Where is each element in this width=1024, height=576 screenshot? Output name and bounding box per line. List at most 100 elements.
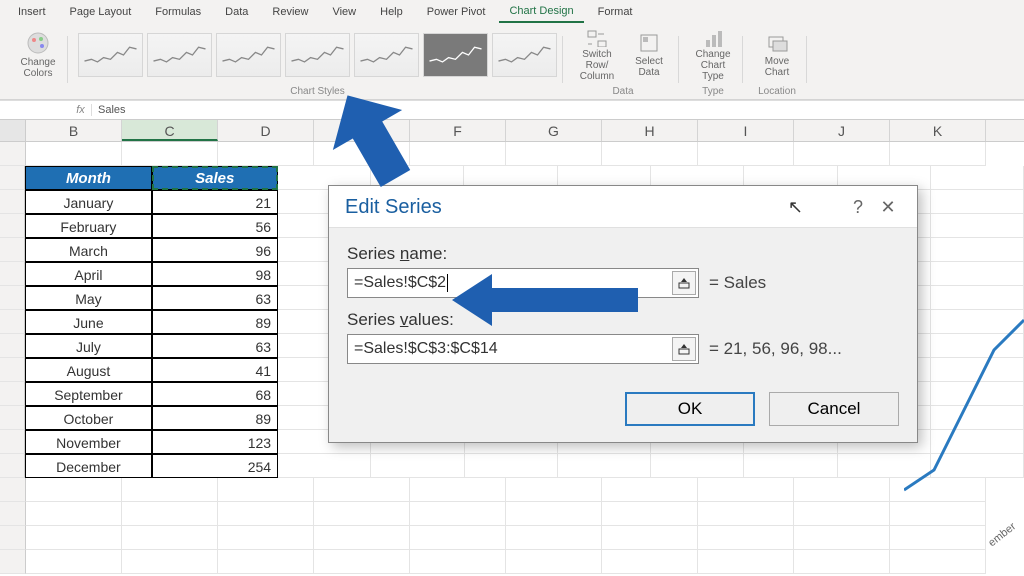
tab-review[interactable]: Review bbox=[262, 2, 318, 22]
cell[interactable] bbox=[26, 502, 122, 526]
row-header[interactable] bbox=[0, 526, 26, 550]
cell[interactable] bbox=[794, 502, 890, 526]
tab-formulas[interactable]: Formulas bbox=[145, 2, 211, 22]
cell[interactable] bbox=[506, 142, 602, 166]
table-cell[interactable]: March bbox=[25, 238, 151, 262]
cell[interactable] bbox=[122, 526, 218, 550]
column-header[interactable]: D bbox=[218, 120, 314, 141]
cell[interactable] bbox=[602, 478, 698, 502]
cell[interactable] bbox=[506, 550, 602, 574]
row-header[interactable] bbox=[0, 502, 26, 526]
row-header[interactable] bbox=[0, 310, 25, 334]
cell[interactable] bbox=[506, 502, 602, 526]
tab-help[interactable]: Help bbox=[370, 2, 413, 22]
move-chart-button[interactable]: Move Chart bbox=[753, 28, 801, 82]
chart-style-thumb[interactable] bbox=[423, 33, 488, 77]
row-header[interactable] bbox=[0, 454, 25, 478]
change-chart-type-button[interactable]: Change Chart Type bbox=[689, 28, 737, 82]
cell[interactable] bbox=[890, 142, 986, 166]
chart-style-thumb[interactable] bbox=[354, 33, 419, 77]
row-header[interactable] bbox=[0, 262, 25, 286]
table-cell[interactable]: May bbox=[25, 286, 151, 310]
tab-view[interactable]: View bbox=[322, 2, 366, 22]
cancel-button[interactable]: Cancel bbox=[769, 392, 899, 426]
table-cell[interactable]: 89 bbox=[152, 310, 278, 334]
cell[interactable] bbox=[698, 502, 794, 526]
table-cell[interactable]: November bbox=[25, 430, 151, 454]
cell[interactable] bbox=[26, 142, 122, 166]
switch-row-column-button[interactable]: Switch Row/ Column bbox=[573, 28, 621, 82]
cell[interactable] bbox=[122, 142, 218, 166]
table-cell[interactable]: September bbox=[25, 382, 151, 406]
tab-chart-design[interactable]: Chart Design bbox=[499, 1, 583, 23]
row-header[interactable] bbox=[0, 286, 25, 310]
table-cell[interactable]: 63 bbox=[152, 334, 278, 358]
cell[interactable] bbox=[410, 526, 506, 550]
table-cell[interactable]: 68 bbox=[152, 382, 278, 406]
column-header[interactable]: J bbox=[794, 120, 890, 141]
cell[interactable] bbox=[931, 214, 1024, 238]
cell[interactable] bbox=[744, 454, 837, 478]
cell[interactable] bbox=[465, 454, 558, 478]
column-header[interactable]: I bbox=[698, 120, 794, 141]
row-header[interactable] bbox=[0, 238, 25, 262]
cell[interactable] bbox=[278, 454, 371, 478]
row-header[interactable] bbox=[0, 382, 25, 406]
table-cell[interactable]: December bbox=[25, 454, 151, 478]
range-select-button[interactable] bbox=[672, 271, 696, 295]
table-cell[interactable]: February bbox=[25, 214, 151, 238]
table-cell[interactable]: 63 bbox=[152, 286, 278, 310]
row-header[interactable] bbox=[0, 478, 26, 502]
column-header[interactable]: H bbox=[602, 120, 698, 141]
cell[interactable] bbox=[698, 526, 794, 550]
tab-format[interactable]: Format bbox=[588, 2, 643, 22]
cell[interactable] bbox=[931, 166, 1024, 190]
series-values-input[interactable]: =Sales!$C$3:$C$14 bbox=[347, 334, 699, 364]
chart-style-thumb[interactable] bbox=[78, 33, 143, 77]
table-cell[interactable]: August bbox=[25, 358, 151, 382]
ok-button[interactable]: OK bbox=[625, 392, 755, 426]
table-cell[interactable]: 56 bbox=[152, 214, 278, 238]
column-header[interactable]: C bbox=[122, 120, 218, 141]
cell[interactable] bbox=[931, 238, 1024, 262]
cell[interactable] bbox=[410, 550, 506, 574]
change-colors-button[interactable]: Change Colors bbox=[14, 28, 62, 82]
chart-style-thumb[interactable] bbox=[285, 33, 350, 77]
table-cell[interactable]: 123 bbox=[152, 430, 278, 454]
cell[interactable] bbox=[410, 478, 506, 502]
row-header[interactable] bbox=[0, 166, 25, 190]
cell[interactable] bbox=[26, 478, 122, 502]
chart-style-thumb[interactable] bbox=[492, 33, 557, 77]
cell[interactable] bbox=[698, 550, 794, 574]
cell[interactable] bbox=[218, 142, 314, 166]
row-header[interactable] bbox=[0, 430, 25, 454]
cell[interactable] bbox=[794, 478, 890, 502]
table-cell[interactable]: June bbox=[25, 310, 151, 334]
cell[interactable] bbox=[218, 550, 314, 574]
cell[interactable] bbox=[651, 454, 744, 478]
cell[interactable] bbox=[314, 550, 410, 574]
cell[interactable] bbox=[26, 526, 122, 550]
cell[interactable] bbox=[558, 454, 651, 478]
chart-style-thumb[interactable] bbox=[216, 33, 281, 77]
tab-power-pivot[interactable]: Power Pivot bbox=[417, 2, 496, 22]
cell[interactable] bbox=[602, 502, 698, 526]
table-cell[interactable]: 96 bbox=[152, 238, 278, 262]
table-cell[interactable]: October bbox=[25, 406, 151, 430]
select-data-button[interactable]: Select Data bbox=[625, 28, 673, 82]
cell[interactable] bbox=[218, 526, 314, 550]
table-header-cell[interactable]: Sales bbox=[152, 166, 278, 190]
cell[interactable] bbox=[794, 526, 890, 550]
cell[interactable] bbox=[410, 502, 506, 526]
tab-page-layout[interactable]: Page Layout bbox=[60, 2, 142, 22]
cell[interactable] bbox=[218, 478, 314, 502]
cell[interactable] bbox=[506, 526, 602, 550]
cell[interactable] bbox=[314, 526, 410, 550]
cell[interactable] bbox=[122, 550, 218, 574]
cell[interactable] bbox=[931, 262, 1024, 286]
table-cell[interactable]: April bbox=[25, 262, 151, 286]
table-cell[interactable]: 21 bbox=[152, 190, 278, 214]
fx-icon[interactable]: fx bbox=[70, 104, 92, 116]
table-cell[interactable]: January bbox=[25, 190, 151, 214]
row-header[interactable] bbox=[0, 358, 25, 382]
